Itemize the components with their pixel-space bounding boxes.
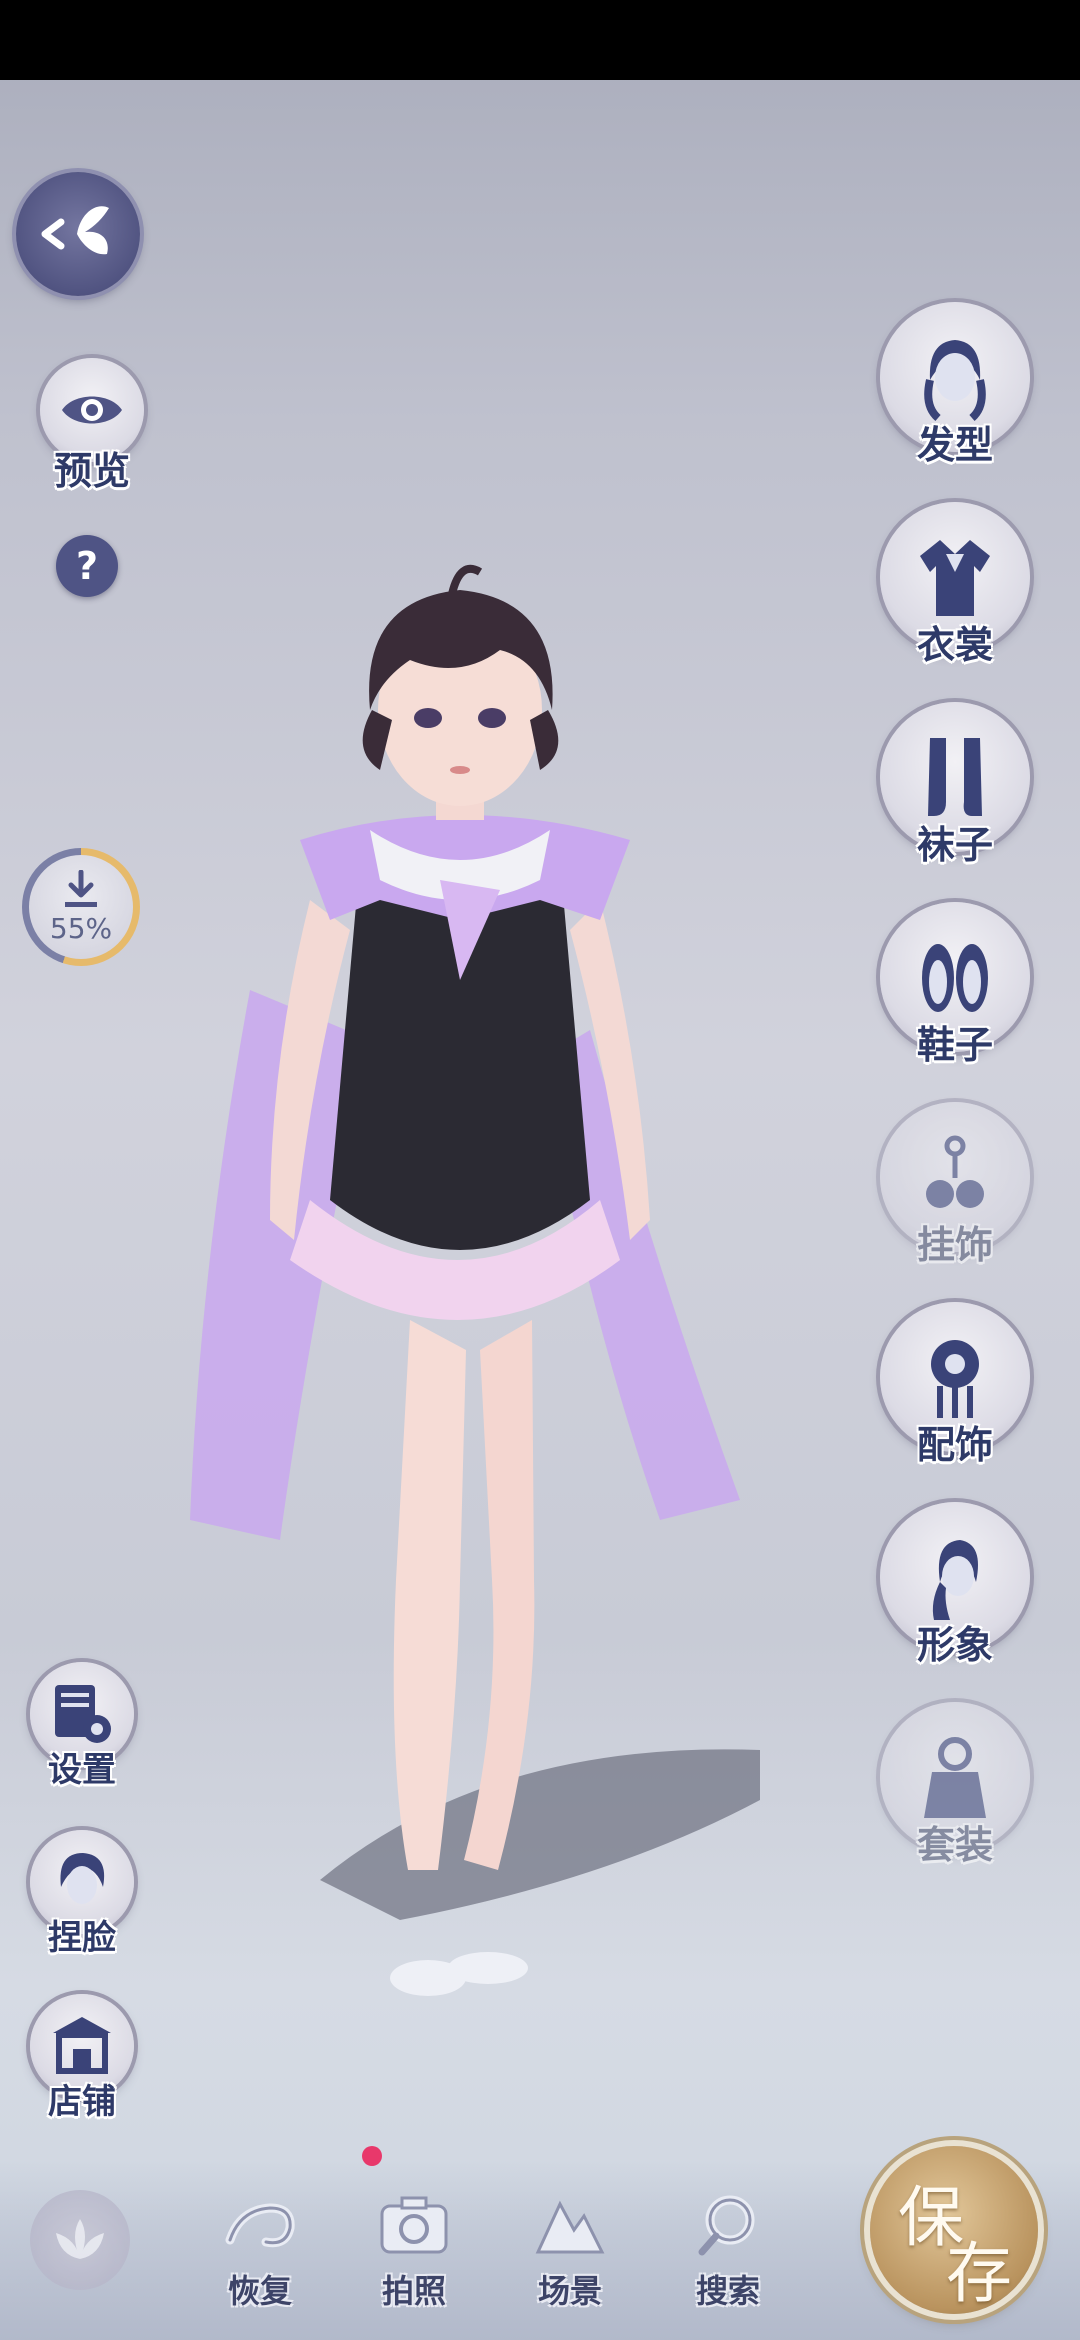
outfit-set-button[interactable]: 套装 bbox=[880, 1702, 1030, 1867]
preview-label: 预览 bbox=[53, 448, 130, 493]
eye-icon bbox=[62, 396, 122, 424]
tab-restore[interactable]: 恢复 bbox=[200, 2190, 320, 2310]
tab-camera-label: 拍照 bbox=[381, 2272, 446, 2310]
shop-button[interactable]: 店铺 bbox=[30, 1994, 134, 2122]
help-button[interactable]: ? bbox=[56, 535, 118, 597]
accessory-icon bbox=[931, 1340, 979, 1418]
face-edit-icon bbox=[60, 1853, 105, 1904]
face-edit-button[interactable]: 捏脸 bbox=[30, 1830, 134, 1958]
hairstyle-label: 发型 bbox=[916, 422, 993, 467]
tab-camera[interactable]: 拍照 bbox=[354, 2190, 474, 2310]
scene-icon bbox=[535, 2200, 605, 2254]
help-icon: ? bbox=[75, 544, 99, 588]
socks-icon bbox=[928, 738, 982, 816]
tab-scene[interactable]: 场景 bbox=[510, 2190, 630, 2310]
status-bar bbox=[0, 0, 1080, 80]
face-edit-label: 捏脸 bbox=[48, 1918, 116, 1958]
appearance-button[interactable]: 形象 bbox=[880, 1502, 1030, 1667]
restore-icon bbox=[225, 2203, 295, 2248]
tab-restore-label: 恢复 bbox=[227, 2272, 292, 2310]
socks-label: 袜子 bbox=[916, 822, 993, 867]
download-percent: 55% bbox=[49, 911, 113, 945]
download-progress-button[interactable]: 55% bbox=[22, 848, 140, 966]
save-label-char2: 存 bbox=[946, 2235, 1012, 2312]
socks-button[interactable]: 袜子 bbox=[880, 702, 1030, 867]
hairstyle-icon bbox=[924, 340, 986, 422]
save-button[interactable]: 保 存 bbox=[870, 2146, 1038, 2314]
camera-icon bbox=[380, 2196, 448, 2254]
outfit-set-icon bbox=[924, 1737, 986, 1818]
shop-icon bbox=[53, 2017, 111, 2074]
shoes-label: 鞋子 bbox=[916, 1022, 993, 1067]
tab-search-label: 搜索 bbox=[695, 2272, 760, 2310]
tab-scene-label: 场景 bbox=[537, 2272, 602, 2310]
hairstyle-button[interactable]: 发型 bbox=[880, 302, 1030, 467]
pendant-label: 挂饰 bbox=[916, 1222, 993, 1267]
camera-notification-dot bbox=[362, 2146, 382, 2166]
lotus-icon bbox=[56, 2219, 104, 2259]
search-icon bbox=[698, 2195, 755, 2256]
appearance-label: 形象 bbox=[916, 1622, 993, 1667]
clothes-label: 衣裳 bbox=[916, 622, 993, 667]
outfit-set-label: 套装 bbox=[916, 1822, 993, 1867]
accessory-label: 配饰 bbox=[916, 1422, 993, 1467]
download-icon bbox=[65, 869, 97, 907]
pendant-icon bbox=[926, 1135, 984, 1208]
preview-button[interactable]: 预览 bbox=[40, 358, 144, 493]
settings-icon bbox=[55, 1685, 111, 1743]
settings-button[interactable]: 设置 bbox=[30, 1662, 134, 1790]
shoes-button[interactable]: 鞋子 bbox=[880, 902, 1030, 1067]
settings-label: 设置 bbox=[48, 1750, 116, 1790]
back-butterfly-icon bbox=[41, 206, 109, 255]
tab-search[interactable]: 搜索 bbox=[668, 2190, 788, 2310]
shop-label: 店铺 bbox=[48, 2082, 116, 2122]
appearance-icon bbox=[932, 1540, 978, 1620]
clothes-icon bbox=[920, 540, 990, 616]
back-button[interactable] bbox=[16, 172, 140, 296]
accessory-button[interactable]: 配饰 bbox=[880, 1302, 1030, 1467]
clothes-button[interactable]: 衣裳 bbox=[880, 502, 1030, 667]
shoes-icon bbox=[922, 944, 988, 1012]
pendant-button[interactable]: 挂饰 bbox=[880, 1102, 1030, 1267]
lotus-button[interactable] bbox=[30, 2190, 130, 2290]
character-model bbox=[190, 564, 760, 1996]
